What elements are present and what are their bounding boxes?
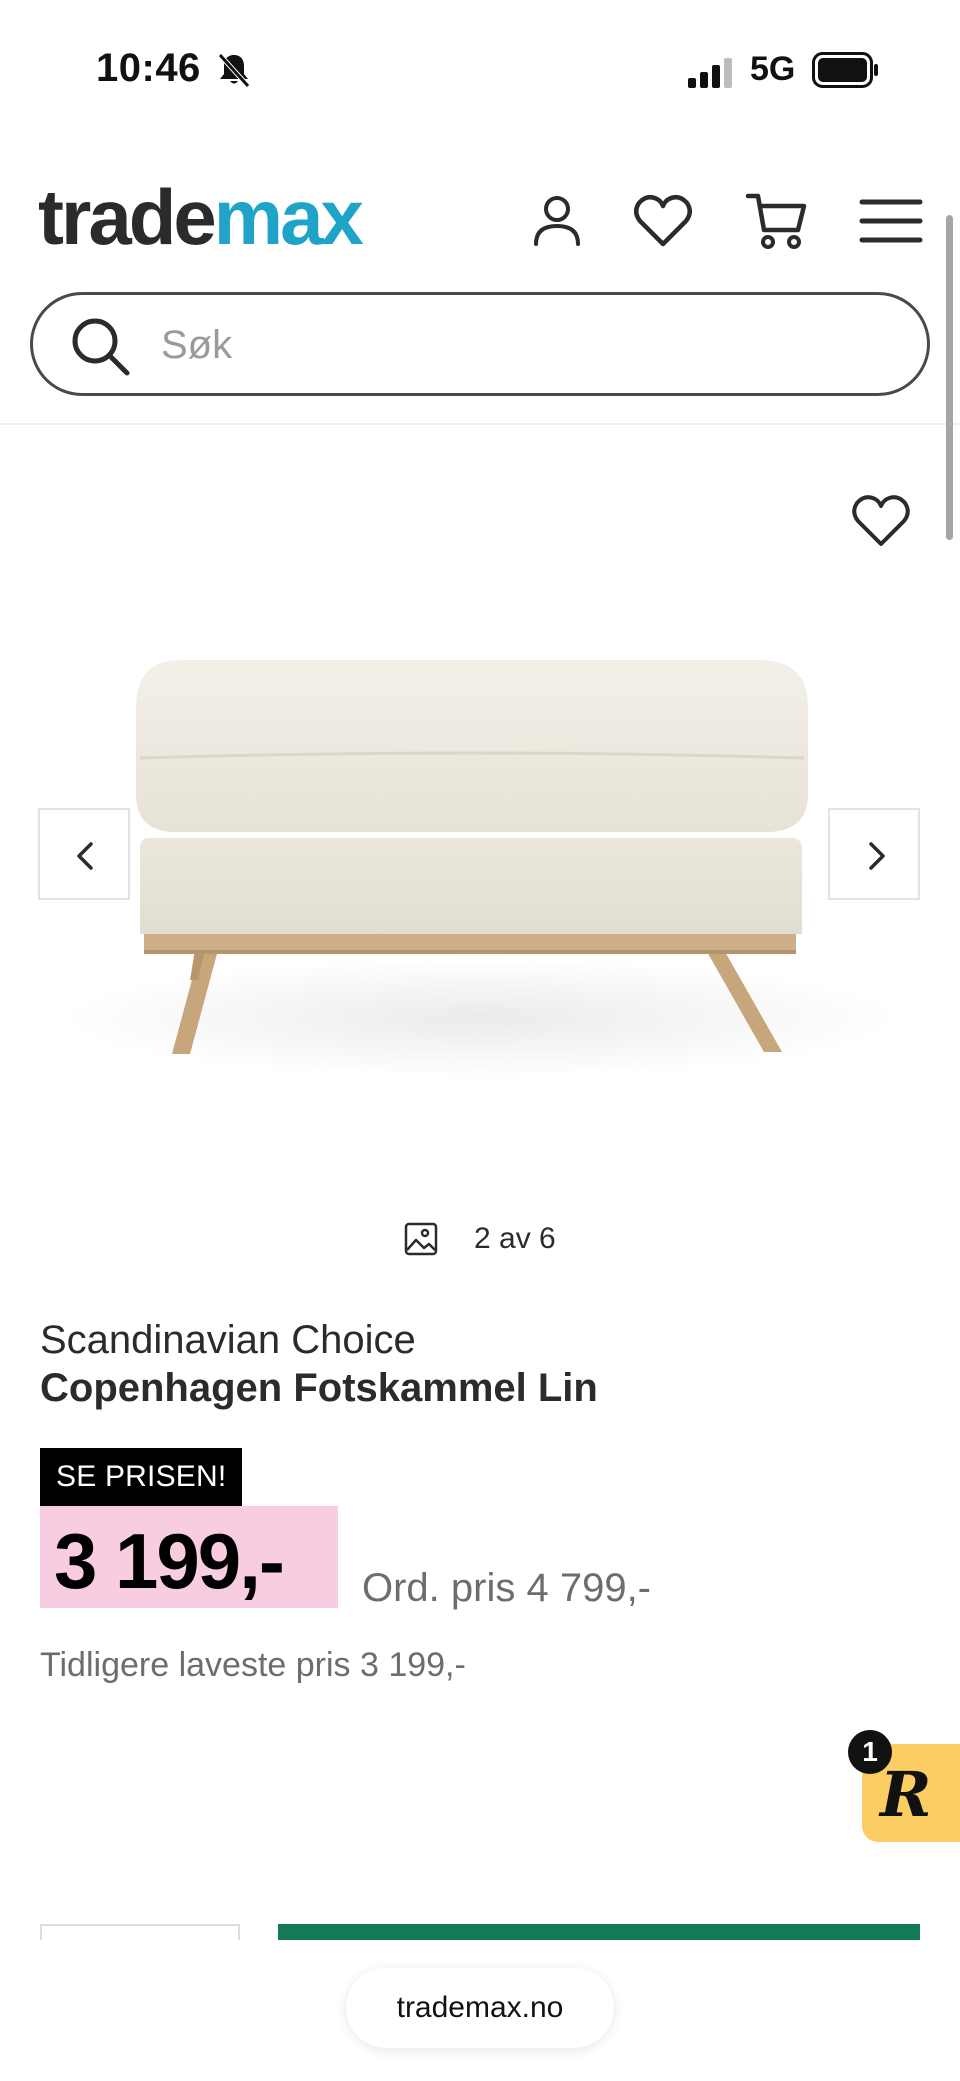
search-input[interactable]	[161, 317, 861, 373]
signal-icon	[688, 58, 732, 88]
product-image[interactable]	[40, 598, 920, 1128]
ordinary-price: Ord. pris 4 799,-	[362, 1566, 652, 1610]
add-to-cart-button[interactable]	[278, 1924, 920, 1940]
product-gallery: 2 av 6	[0, 428, 960, 1268]
network-label: 5G	[750, 50, 796, 88]
rewards-logo: R	[880, 1758, 932, 1831]
heart-icon[interactable]	[630, 188, 696, 254]
trademax-logo[interactable]: trademax	[38, 178, 364, 256]
account-icon[interactable]	[524, 188, 590, 254]
promo-badge: SE PRISEN!	[40, 1448, 243, 1506]
status-time: 10:46	[96, 46, 201, 90]
gallery-next-button[interactable]	[828, 808, 920, 900]
search-bar[interactable]	[30, 292, 930, 396]
image-icon	[404, 1222, 438, 1256]
status-bar: 10:46 5G	[0, 0, 960, 140]
product-brand[interactable]: Scandinavian Choice	[40, 1318, 416, 1363]
cart-icon[interactable]	[744, 188, 810, 254]
gallery-prev-button[interactable]	[38, 808, 130, 900]
bell-muted-icon	[218, 53, 250, 88]
site-header: trademax	[0, 140, 960, 425]
chevron-left-icon	[77, 842, 93, 870]
wishlist-heart-icon[interactable]	[848, 488, 914, 550]
logo-part-trade: trade	[38, 173, 217, 261]
menu-icon[interactable]	[858, 188, 924, 254]
price-box: 3 199,-	[40, 1506, 338, 1608]
product-title: Copenhagen Fotskammel Lin	[40, 1366, 598, 1410]
product-price: 3 199,-	[54, 1517, 285, 1605]
battery-icon	[812, 52, 878, 88]
chevron-right-icon	[869, 842, 885, 870]
rewards-count-badge: 1	[848, 1730, 892, 1774]
image-counter-text: 2 av 6	[474, 1222, 556, 1255]
browser-url-bar[interactable]: trademax.no	[346, 1968, 614, 2048]
logo-part-max: max	[213, 173, 364, 261]
lowest-price-note: Tidligere laveste pris 3 199,-	[40, 1646, 466, 1684]
search-icon	[72, 318, 130, 376]
